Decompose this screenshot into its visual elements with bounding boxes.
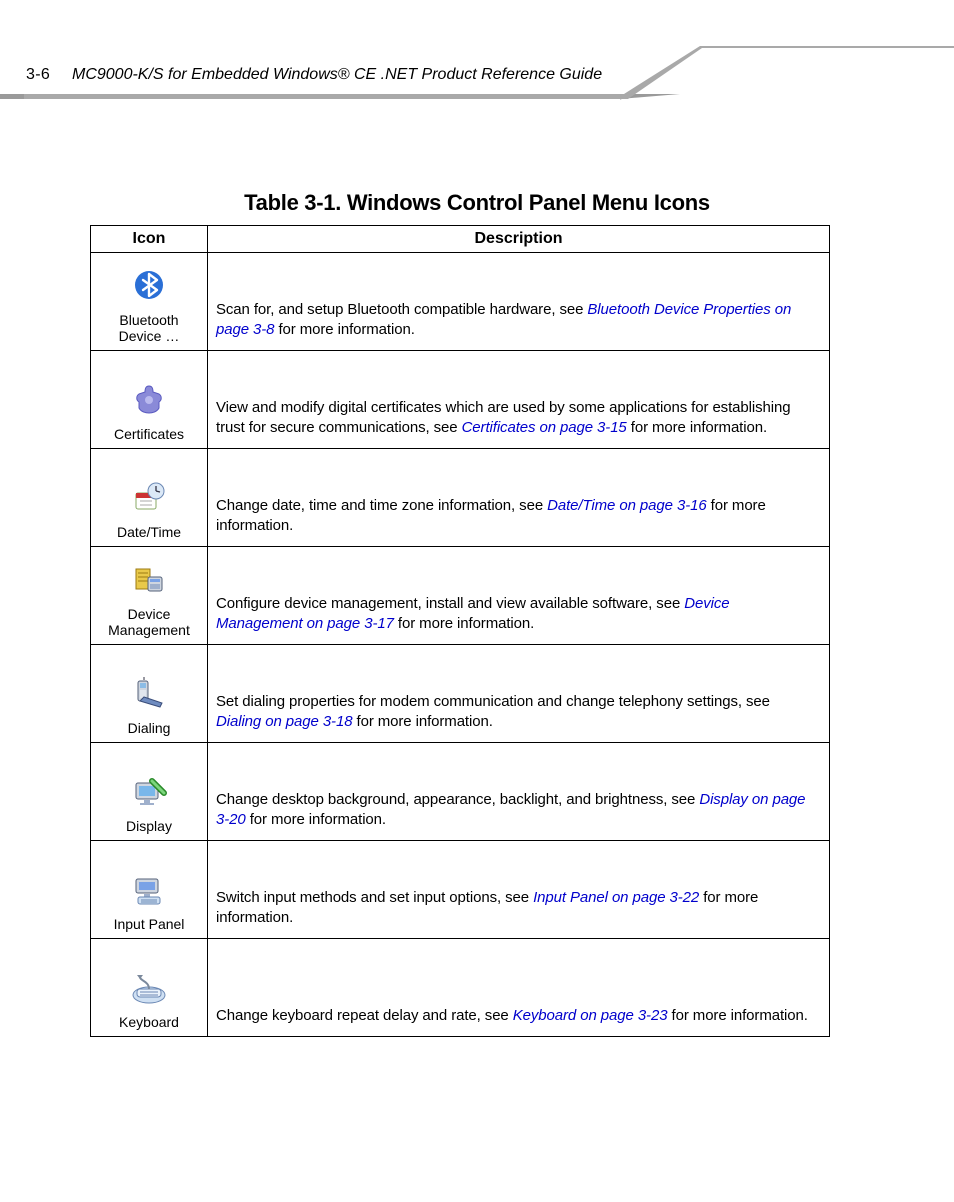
description-text: for more information. [274,321,414,338]
icon-cell: Dialing [91,645,208,743]
description-text: for more information. [394,615,534,632]
icon-cell: Certificates [91,351,208,449]
description-cell: Change date, time and time zone informat… [208,449,830,547]
certificates-icon [93,383,205,422]
col-description: Description [208,226,830,253]
description-cell: Set dialing properties for modem communi… [208,645,830,743]
icon-cell: Keyboard [91,939,208,1037]
keyboard-icon [93,971,205,1010]
cross-reference-link[interactable]: Certificates on page 3-15 [462,419,627,436]
description-text: for more information. [352,713,492,730]
description-cell: Switch input methods and set input optio… [208,841,830,939]
input-panel-icon [93,873,205,912]
table-row: Dialing Set dialing properties for modem … [91,645,830,743]
icon-cell: Input Panel [91,841,208,939]
table-row: Input Panel Switch input methods and set … [91,841,830,939]
icon-label: Input Panel [93,916,205,932]
col-icon: Icon [91,226,208,253]
description-text: Set dialing properties for modem communi… [216,693,770,710]
table-row: BluetoothDevice … Scan for, and setup Blu… [91,253,830,351]
icon-label: Keyboard [93,1014,205,1030]
table-row: DeviceManagement Configure device managem… [91,547,830,645]
dialing-icon [93,677,205,716]
icon-label: Date/Time [93,524,205,540]
table-row: CertificatesView and modify digital cert… [91,351,830,449]
description-cell: Configure device management, install and… [208,547,830,645]
table-row: Date/Time Change date, time and time zone… [91,449,830,547]
description-text: for more information. [246,811,386,828]
description-text: Change date, time and time zone informat… [216,497,547,514]
icon-cell: DeviceManagement [91,547,208,645]
bluetooth-icon [93,269,205,308]
description-text: Scan for, and setup Bluetooth compatible… [216,301,587,318]
cross-reference-link[interactable]: Date/Time on page 3-16 [547,497,706,514]
cross-reference-link[interactable]: Input Panel on page 3-22 [533,889,699,906]
description-cell: Change keyboard repeat delay and rate, s… [208,939,830,1037]
description-text: Configure device management, install and… [216,595,684,612]
table-row: Keyboard Change keyboard repeat delay and… [91,939,830,1037]
description-text: Change desktop background, appearance, b… [216,791,699,808]
description-cell: Scan for, and setup Bluetooth compatible… [208,253,830,351]
icon-cell: Display [91,743,208,841]
control-panel-table: Icon Description BluetoothDevice … Scan f… [90,225,830,1037]
description-text: Switch input methods and set input optio… [216,889,533,906]
icon-label: Display [93,818,205,834]
display-icon [93,775,205,814]
table-title: Table 3-1. Windows Control Panel Menu Ic… [0,190,954,216]
device-management-icon [93,563,205,602]
description-cell: Change desktop background, appearance, b… [208,743,830,841]
icon-cell: BluetoothDevice … [91,253,208,351]
cross-reference-link[interactable]: Dialing on page 3-18 [216,713,352,730]
table-row: Display Change desktop background, appear… [91,743,830,841]
icon-label: Certificates [93,426,205,442]
description-cell: View and modify digital certificates whi… [208,351,830,449]
icon-label: DeviceManagement [93,606,205,638]
datetime-icon [93,481,205,520]
header-separator [0,46,954,106]
description-text: for more information. [667,1007,807,1024]
description-text: Change keyboard repeat delay and rate, s… [216,1007,513,1024]
icon-cell: Date/Time [91,449,208,547]
cross-reference-link[interactable]: Keyboard on page 3-23 [513,1007,668,1024]
icon-label: BluetoothDevice … [93,312,205,344]
description-text: for more information. [627,419,767,436]
icon-label: Dialing [93,720,205,736]
